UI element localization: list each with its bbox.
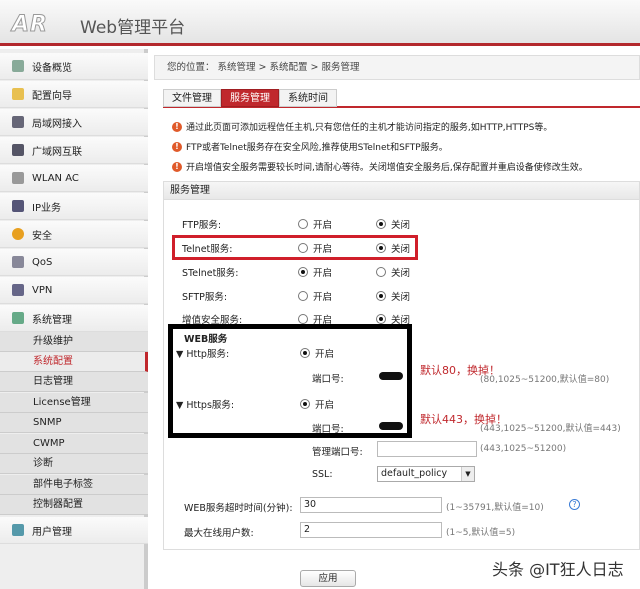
ssl-value: default_policy — [381, 468, 447, 479]
notice: ! 通过此页面可添加远程信任主机,只有您信任的主机才能访问指定的服务,如HTTP,… — [172, 120, 552, 133]
watermark: 头条 @IT狂人日志 — [492, 556, 624, 580]
sidebar-sub-snmp[interactable]: SNMP — [0, 413, 148, 433]
label: IP业务 — [32, 199, 61, 214]
label: 设备概览 — [32, 59, 72, 74]
folder-icon — [12, 88, 24, 100]
header: AR Web管理平台 — [0, 0, 640, 46]
notice: ! FTP或者Telnet服务存在安全风险,推荐使用STelnet和SFTP服务。 — [172, 140, 448, 153]
sidebar-sub-upgrade[interactable]: 升级维护 — [0, 332, 148, 352]
timeout-hint: (1~35791,默认值=10) — [446, 500, 544, 513]
sidebar-item-wan[interactable]: 广域网互联 — [0, 137, 148, 164]
wan-icon — [12, 144, 24, 156]
warning-icon: ! — [172, 162, 182, 172]
https-port-hint: (443,1025~51200,默认值=443) — [480, 421, 621, 434]
sidebar-sub-license[interactable]: License管理 — [0, 393, 148, 413]
maxusers-label: 最大在线用户数: — [184, 525, 254, 539]
tab-time[interactable]: 系统时间 — [279, 89, 337, 107]
sidebar-item-system[interactable]: 系统管理 — [0, 305, 148, 332]
notice-text: 通过此页面可添加远程信任主机,只有您信任的主机才能访问指定的服务,如HTTP,H… — [186, 120, 552, 133]
sidebar-sub-elabel[interactable]: 部件电子标签 — [0, 475, 148, 495]
section-title: 服务管理 — [163, 181, 640, 200]
label: WLAN AC — [32, 173, 79, 184]
sftp-label: SFTP服务: — [182, 289, 227, 303]
wifi-icon — [12, 172, 24, 184]
notice: ! 开启增值安全服务需要较长时间,请耐心等待。关闭增值安全服务后,保存配置并重启设… — [172, 160, 588, 173]
sidebar-item-qos[interactable]: QoS — [0, 249, 148, 276]
monitor-icon — [12, 60, 24, 72]
label: 关闭 — [391, 289, 410, 303]
warning-icon: ! — [172, 142, 182, 152]
sidebar-item-vpn[interactable]: VPN — [0, 277, 148, 304]
sidebar-sub-log[interactable]: 日志管理 — [0, 372, 148, 392]
sftp-on-radio[interactable]: 开启 — [298, 289, 332, 303]
ssl-select[interactable]: default_policy ▼ — [377, 466, 475, 482]
help-icon[interactable]: ? — [569, 499, 580, 510]
ftp-label: FTP服务: — [182, 217, 221, 231]
notice-text: FTP或者Telnet服务存在安全风险,推荐使用STelnet和SFTP服务。 — [186, 140, 448, 153]
label: 配置向导 — [32, 87, 72, 102]
sidebar-sub-controller[interactable]: 控制器配置 — [0, 495, 148, 515]
sidebar-item-users[interactable]: 用户管理 — [0, 517, 148, 544]
ftp-off-radio[interactable]: 关闭 — [376, 217, 410, 231]
sidebar-item-lan[interactable]: 局域网接入 — [0, 109, 148, 136]
sidebar-sub-sysconfig[interactable]: 系统配置 — [0, 352, 148, 372]
ftp-on-radio[interactable]: 开启 — [298, 217, 332, 231]
label: 关闭 — [391, 265, 410, 279]
label: 系统管理 — [32, 311, 72, 326]
timeout-input[interactable]: 30 — [300, 497, 442, 513]
sidebar-item-security[interactable]: 安全 — [0, 221, 148, 248]
sidebar-item-ip[interactable]: IP业务 — [0, 193, 148, 220]
sidebar-item-wizard[interactable]: 配置向导 — [0, 81, 148, 108]
chevron-down-icon: ▼ — [461, 467, 474, 481]
stelnet-on-radio[interactable]: 开启 — [298, 265, 332, 279]
label: 广域网互联 — [32, 143, 82, 158]
sftp-off-radio[interactable]: 关闭 — [376, 289, 410, 303]
shield-icon — [12, 228, 24, 240]
telnet-highlight-box — [172, 235, 418, 260]
tab-service[interactable]: 服务管理 — [221, 89, 279, 107]
tab-file[interactable]: 文件管理 — [163, 89, 221, 107]
ssl-label: SSL: — [312, 469, 333, 480]
sidebar-sub-cwmp[interactable]: CWMP — [0, 434, 148, 454]
label: 安全 — [32, 227, 52, 242]
label: QoS — [32, 257, 52, 268]
apply-button[interactable]: 应用 — [300, 570, 356, 587]
maxusers-input[interactable]: 2 — [300, 522, 442, 538]
logo: AR — [12, 12, 48, 37]
label: 关闭 — [391, 217, 410, 231]
label: 局域网接入 — [32, 115, 82, 130]
maxusers-hint: (1~5,默认值=5) — [446, 525, 515, 538]
app-title: Web管理平台 — [80, 13, 185, 38]
qos-icon — [12, 256, 24, 268]
sidebar-item-overview[interactable]: 设备概览 — [0, 53, 148, 80]
mgmt-port-input[interactable] — [377, 441, 477, 457]
stelnet-off-radio[interactable]: 关闭 — [376, 265, 410, 279]
system-icon — [12, 312, 24, 324]
label: 开启 — [313, 289, 332, 303]
http-port-hint: (80,1025~51200,默认值=80) — [480, 372, 609, 385]
tab-bar: 文件管理 服务管理 系统时间 — [163, 89, 640, 108]
timeout-label: WEB服务超时时间(分钟): — [184, 500, 293, 514]
label: VPN — [32, 285, 52, 296]
user-icon — [12, 524, 24, 536]
breadcrumb: 您的位置： 系统管理 > 系统配置 > 服务管理 — [154, 55, 640, 80]
sidebar-sub-diagnose[interactable]: 诊断 — [0, 454, 148, 474]
web-highlight-box — [168, 324, 412, 438]
sidebar-item-wlan[interactable]: WLAN AC — [0, 165, 148, 192]
label: 开启 — [313, 217, 332, 231]
label: 开启 — [313, 265, 332, 279]
mgmt-port-label: 管理端口号: — [312, 444, 363, 458]
mgmt-port-hint: (443,1025~51200) — [480, 444, 566, 454]
vpn-icon — [12, 284, 24, 296]
label: 用户管理 — [32, 523, 72, 538]
stelnet-label: STelnet服务: — [182, 265, 239, 279]
notice-text: 开启增值安全服务需要较长时间,请耐心等待。关闭增值安全服务后,保存配置并重启设备… — [186, 160, 588, 173]
warning-icon: ! — [172, 122, 182, 132]
lan-icon — [12, 116, 24, 128]
ip-icon — [12, 200, 24, 212]
